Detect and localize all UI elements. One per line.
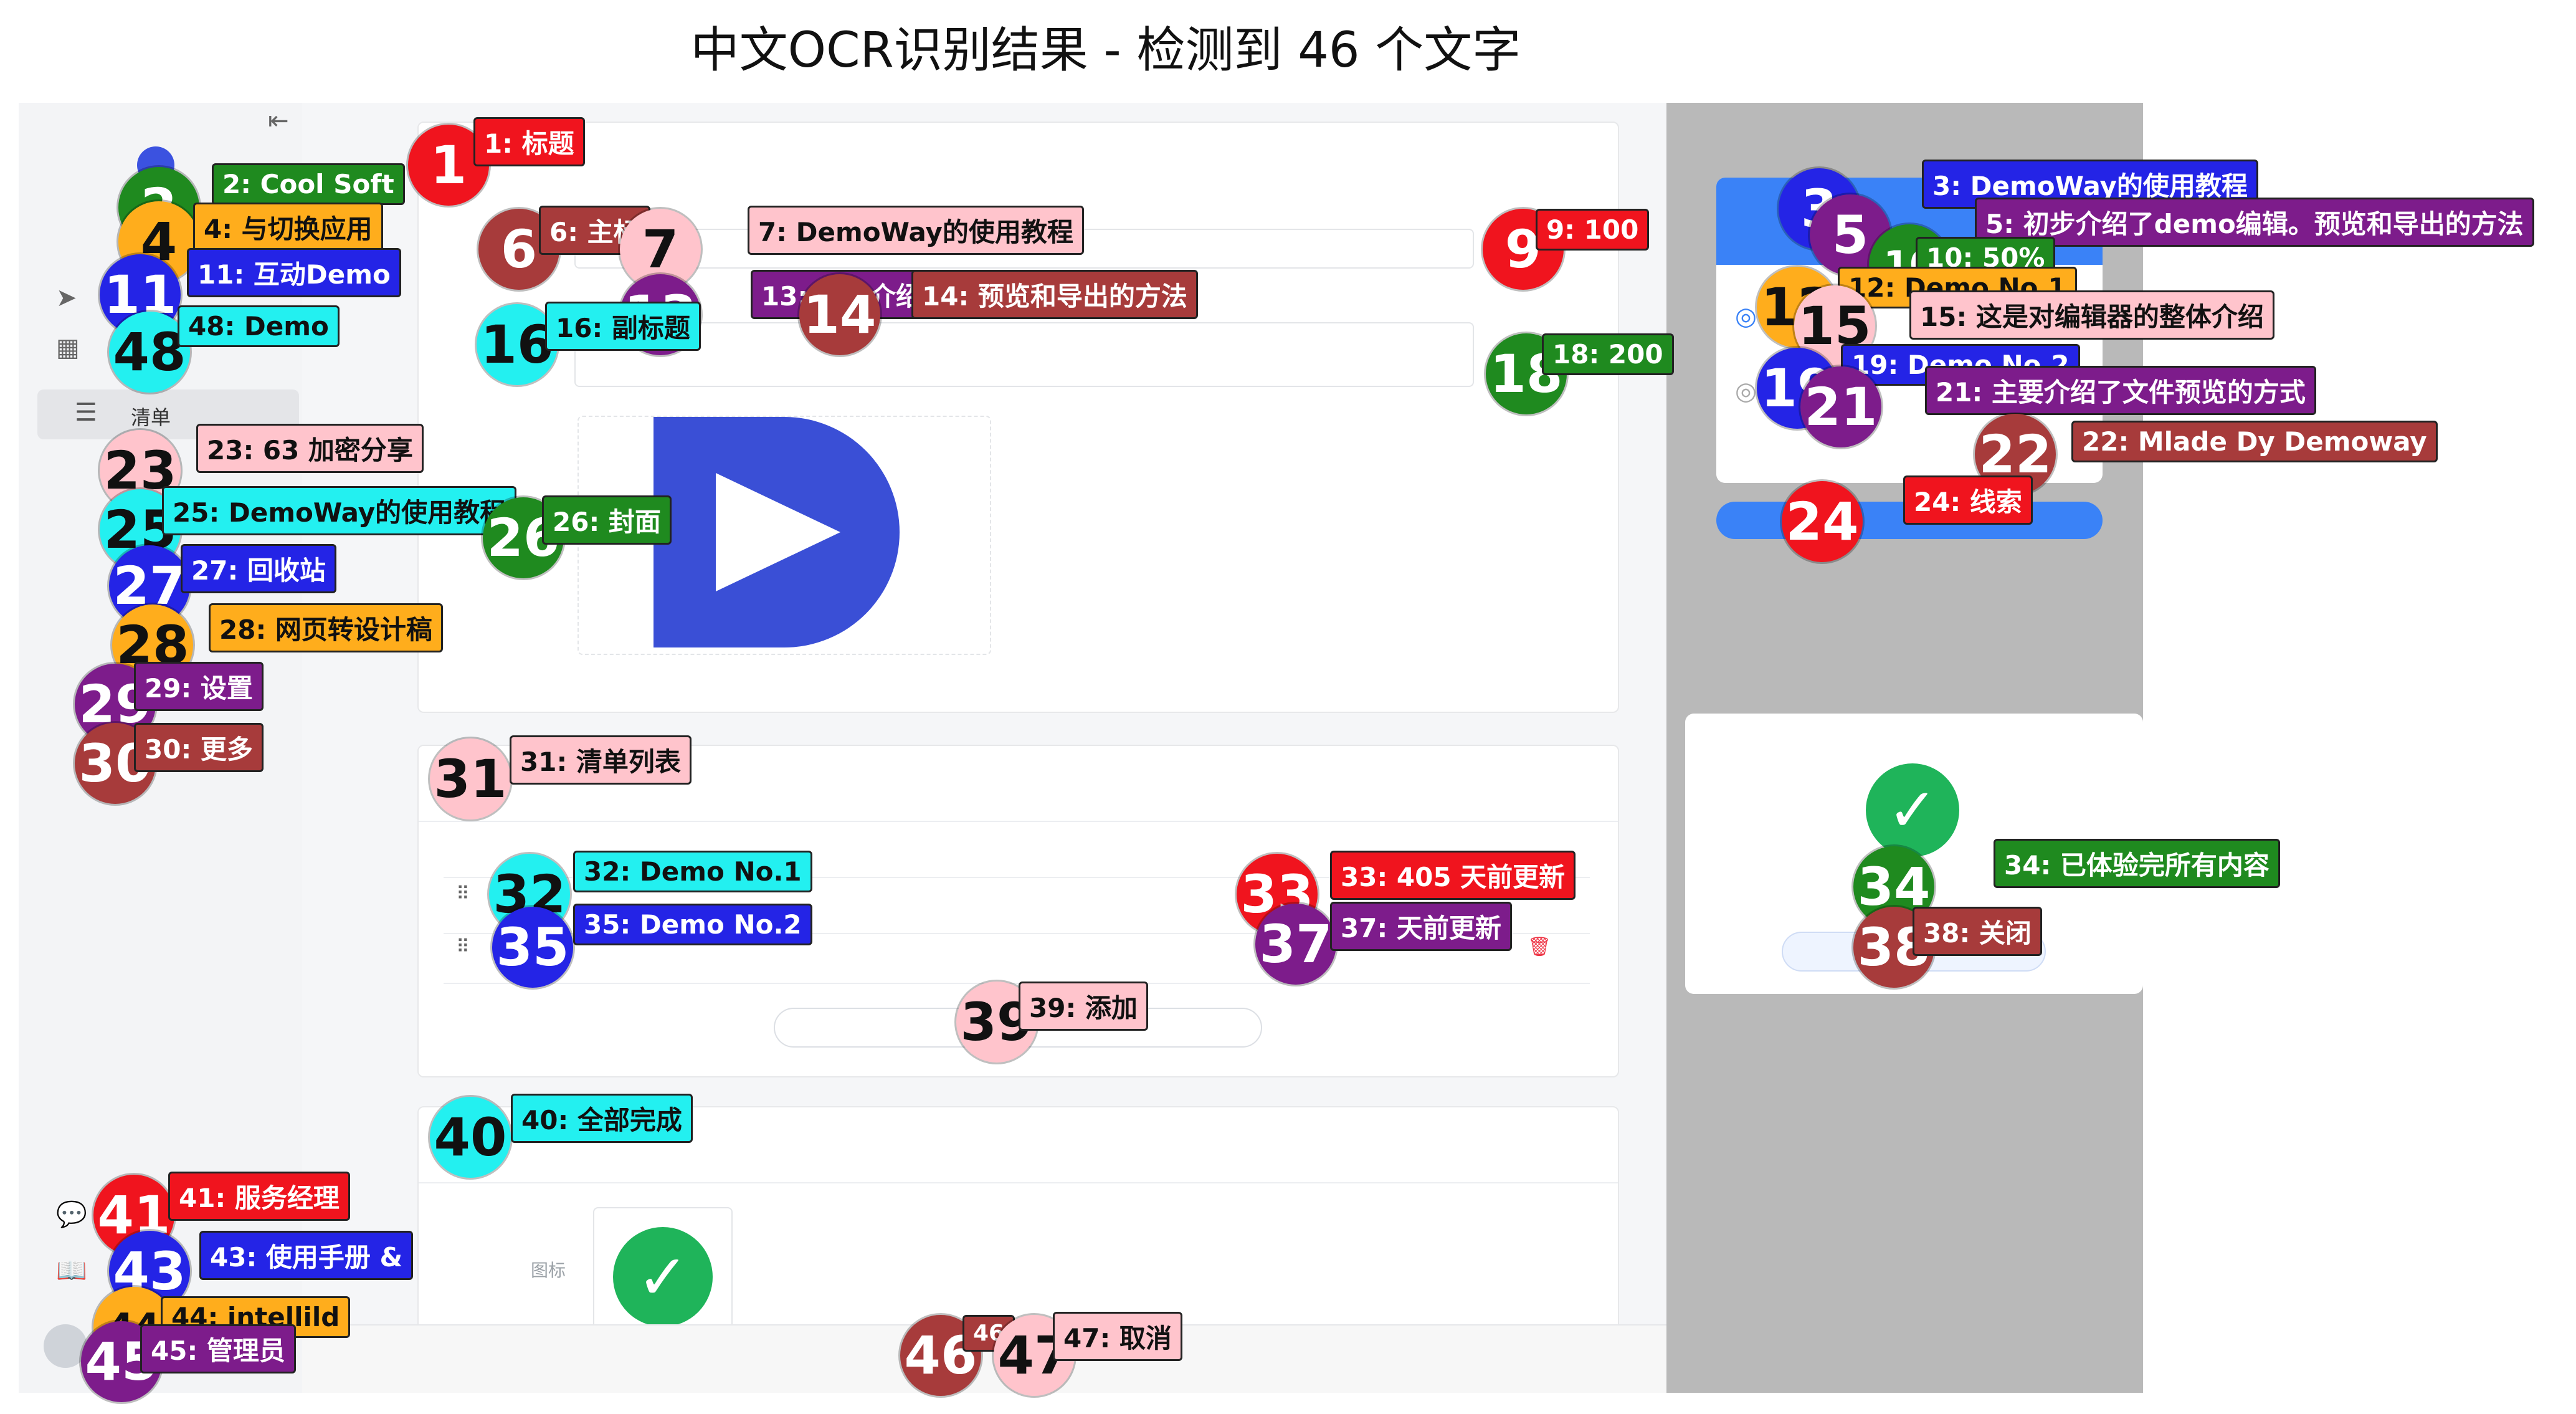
- check-icon: ✓: [613, 1227, 713, 1327]
- divider: [419, 1182, 1618, 1183]
- ocr-marker: 40: [430, 1097, 511, 1178]
- check-circle-icon: ◎: [1735, 303, 1757, 330]
- ocr-label: 26: 封面: [542, 495, 672, 545]
- icon-label: 图标: [531, 1261, 566, 1280]
- ocr-label: 22: Mlade Dy Demoway: [2071, 421, 2438, 462]
- sidebar-item-label: 清单: [131, 406, 171, 429]
- ocr-label: 11: 互动Demo: [187, 248, 401, 297]
- ocr-label: 25: DemoWay的使用教程: [162, 486, 517, 535]
- ocr-label: 41: 服务经理: [168, 1172, 350, 1221]
- ocr-marker: 21: [1800, 366, 1881, 447]
- ocr-marker: 35: [492, 907, 573, 988]
- ocr-label: 45: 管理员: [140, 1324, 296, 1373]
- subtitle-input[interactable]: [574, 322, 1474, 387]
- ocr-marker: 37: [1255, 904, 1336, 985]
- drag-handle-icon[interactable]: ⠿: [456, 936, 470, 958]
- ocr-label: 38: 关闭: [1913, 907, 2042, 956]
- list-icon: ☰: [75, 399, 97, 426]
- delete-icon[interactable]: 🗑: [1528, 936, 1551, 958]
- ocr-label: 16: 副标题: [545, 302, 701, 351]
- ocr-label: 7: DemoWay的使用教程: [748, 206, 1084, 255]
- ocr-label: 43: 使用手册 &: [199, 1231, 414, 1280]
- ocr-label: 31: 清单列表: [510, 735, 692, 785]
- collapse-sidebar-icon[interactable]: ⇤: [268, 107, 289, 135]
- ocr-label: 21: 主要介绍了文件预览的方式: [1925, 366, 2316, 415]
- ocr-label: 37: 天前更新: [1330, 902, 1512, 951]
- ocr-label: 35: Demo No.2: [573, 904, 812, 945]
- ocr-label: 1: 标题: [473, 117, 585, 166]
- ocr-label: 14: 预览和导出的方法: [911, 270, 1198, 319]
- ocr-label: 47: 取消: [1053, 1312, 1182, 1361]
- layout-icon: ▦: [56, 334, 80, 361]
- divider: [419, 821, 1618, 822]
- ocr-label: 33: 405 天前更新: [1330, 851, 1576, 900]
- ocr-label: 2: Cool Soft: [212, 163, 405, 205]
- ocr-marker: 24: [1782, 481, 1863, 562]
- demoway-logo-icon: [654, 417, 900, 647]
- send-icon: ➤: [56, 284, 77, 312]
- check-icon: ✓: [1866, 763, 1959, 857]
- ocr-label: 27: 回收站: [181, 544, 336, 593]
- ocr-label: 30: 更多: [134, 723, 264, 772]
- ocr-label: 40: 全部完成: [511, 1094, 693, 1143]
- ocr-label: 23: 63 加密分享: [196, 424, 424, 473]
- divider: [444, 983, 1590, 984]
- ocr-label: 4: 与切换应用: [193, 203, 383, 252]
- ocr-label: 39: 添加: [1019, 982, 1148, 1031]
- ocr-label: 48: Demo: [178, 305, 340, 347]
- ocr-label: 15: 这是对编辑器的整体介绍: [1909, 290, 2274, 340]
- check-circle-icon: ◎: [1735, 378, 1757, 405]
- ocr-marker: 31: [430, 738, 511, 819]
- ocr-label: 5: 初步介绍了demo编辑。预览和导出的方法: [1975, 198, 2534, 247]
- manual-icon[interactable]: 📖: [56, 1256, 87, 1285]
- service-icon[interactable]: 💬: [56, 1200, 87, 1229]
- ocr-label: 24: 线索: [1903, 475, 2033, 525]
- ocr-label: 34: 已体验完所有内容: [1994, 839, 2280, 888]
- ocr-label: 28: 网页转设计稿: [209, 603, 443, 652]
- ocr-label: 32: Demo No.1: [573, 851, 812, 892]
- drag-handle-icon[interactable]: ⠿: [456, 883, 470, 905]
- ocr-label: 29: 设置: [134, 662, 264, 711]
- ocr-marker: 14: [799, 274, 880, 355]
- ocr-label: 9: 100: [1536, 209, 1650, 251]
- page-title: 中文OCR识别结果 - 检测到 46 个文字: [690, 22, 1521, 79]
- ocr-label: 18: 200: [1542, 333, 1674, 375]
